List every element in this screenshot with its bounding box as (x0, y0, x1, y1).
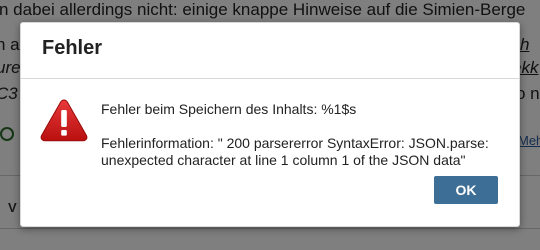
error-details: Fehlerinformation: " 200 parsererror Syn… (101, 135, 489, 168)
dialog-title: Fehler (42, 37, 103, 59)
dialog-separator (21, 78, 519, 79)
error-message: Fehler beim Speichern des Inhalts: %1$s (101, 101, 357, 117)
warning-icon (40, 99, 88, 142)
ok-button[interactable]: OK (434, 176, 498, 204)
error-dialog: Fehler Fehler beim Speichern des Inhalts… (20, 22, 520, 227)
